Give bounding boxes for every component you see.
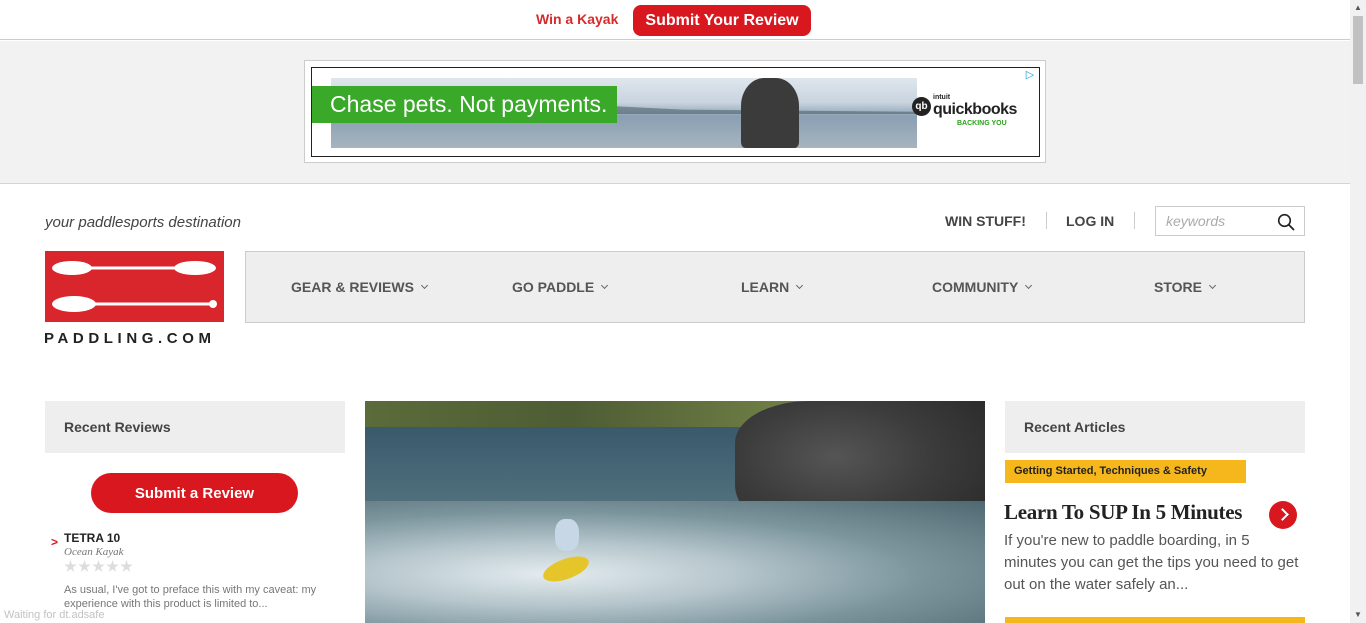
- chevron-down-icon: [601, 281, 609, 290]
- nav-label: LEARN: [741, 279, 790, 295]
- util-divider: [1046, 212, 1047, 229]
- site-tagline: your paddlesports destination: [45, 214, 241, 231]
- recent-articles-heading: Recent Articles: [1024, 419, 1126, 435]
- review-excerpt: As usual, I've got to preface this with …: [64, 584, 317, 610]
- ad-brand-tagline: BACKING YOU: [957, 120, 1007, 127]
- recent-reviews-header: Recent Reviews: [45, 401, 345, 453]
- next-arrow-icon[interactable]: [1269, 501, 1297, 529]
- search-box: [1155, 206, 1305, 236]
- browser-status-text: Waiting for dt.adsafe: [4, 609, 105, 621]
- hero-rapids: [365, 501, 985, 623]
- util-divider: [1134, 212, 1135, 229]
- nav-label: COMMUNITY: [932, 279, 1019, 295]
- ad-person-figure: [741, 78, 799, 148]
- search-input[interactable]: [1156, 207, 1276, 235]
- hero-image[interactable]: [365, 401, 985, 623]
- nav-community[interactable]: COMMUNITY: [932, 279, 1033, 295]
- main-nav: GEAR & REVIEWS GO PADDLE LEARN COMMUNITY…: [245, 251, 1305, 323]
- star-rating: [64, 560, 134, 578]
- chevron-down-icon: [420, 281, 428, 290]
- site-logo[interactable]: [45, 251, 224, 322]
- promo-bar: Win a Kayak Submit Your Review: [0, 0, 1350, 40]
- scroll-down-arrow-icon[interactable]: ▼: [1350, 607, 1366, 623]
- star-icon: [120, 560, 133, 572]
- win-stuff-link[interactable]: WIN STUFF!: [945, 213, 1026, 229]
- recent-reviews-heading: Recent Reviews: [64, 419, 171, 435]
- ad-banner-frame: Chase pets. Not payments. qb intuit quic…: [304, 60, 1046, 163]
- recent-articles-header: Recent Articles: [1005, 401, 1305, 453]
- win-kayak-link[interactable]: Win a Kayak: [536, 11, 618, 27]
- nav-go-paddle[interactable]: GO PADDLE: [512, 279, 609, 295]
- submit-review-button[interactable]: Submit a Review: [91, 473, 298, 513]
- chevron-down-icon: [796, 281, 804, 290]
- article-title[interactable]: Learn To SUP In 5 Minutes: [1004, 500, 1242, 525]
- site-wordmark[interactable]: PADDLING.COM: [44, 330, 216, 347]
- search-icon[interactable]: [1277, 213, 1295, 231]
- star-icon: [92, 560, 105, 572]
- ad-choices-icon[interactable]: ▷: [1023, 69, 1037, 82]
- page-scrollbar[interactable]: ▲ ▼: [1350, 0, 1366, 623]
- login-link[interactable]: LOG IN: [1066, 213, 1114, 229]
- submit-your-review-button[interactable]: Submit Your Review: [633, 5, 811, 36]
- chevron-down-icon: [1208, 281, 1217, 290]
- paddles-icon: [52, 261, 217, 312]
- hero-water: [365, 427, 765, 507]
- scroll-up-arrow-icon[interactable]: ▲: [1350, 0, 1366, 16]
- nav-gear-reviews[interactable]: GEAR & REVIEWS: [291, 279, 428, 295]
- nav-learn[interactable]: LEARN: [741, 279, 804, 295]
- ad-headline: Chase pets. Not payments.: [312, 86, 617, 123]
- review-product-brand: Ocean Kayak: [64, 546, 124, 558]
- ad-brand-name: quickbooks: [933, 101, 1017, 118]
- ad-region: Chase pets. Not payments. qb intuit quic…: [0, 41, 1350, 184]
- ad-brand-logo: qb intuit quickbooks BACKING YOU: [912, 93, 1027, 133]
- scroll-thumb[interactable]: [1353, 16, 1363, 84]
- article-excerpt: If you're new to paddle boarding, in 5 m…: [1004, 532, 1299, 593]
- nav-label: GO PADDLE: [512, 279, 595, 295]
- next-article-category-tag[interactable]: [1005, 617, 1305, 623]
- ad-banner[interactable]: Chase pets. Not payments. qb intuit quic…: [311, 67, 1040, 157]
- chevron-down-icon: [1025, 281, 1033, 290]
- quickbooks-icon: qb: [912, 97, 931, 116]
- nav-label: STORE: [1154, 279, 1202, 295]
- star-icon: [64, 560, 77, 572]
- nav-store[interactable]: STORE: [1154, 279, 1217, 295]
- ad-brand-prefix: intuit: [933, 94, 951, 101]
- star-icon: [106, 560, 119, 572]
- review-product-title[interactable]: TETRA 10: [64, 531, 120, 545]
- article-category-tag[interactable]: Getting Started, Techniques & Safety: [1005, 460, 1246, 483]
- hero-paddler: [555, 519, 579, 551]
- nav-label: GEAR & REVIEWS: [291, 279, 414, 295]
- chevron-right-icon: >: [51, 535, 59, 549]
- star-icon: [78, 560, 91, 572]
